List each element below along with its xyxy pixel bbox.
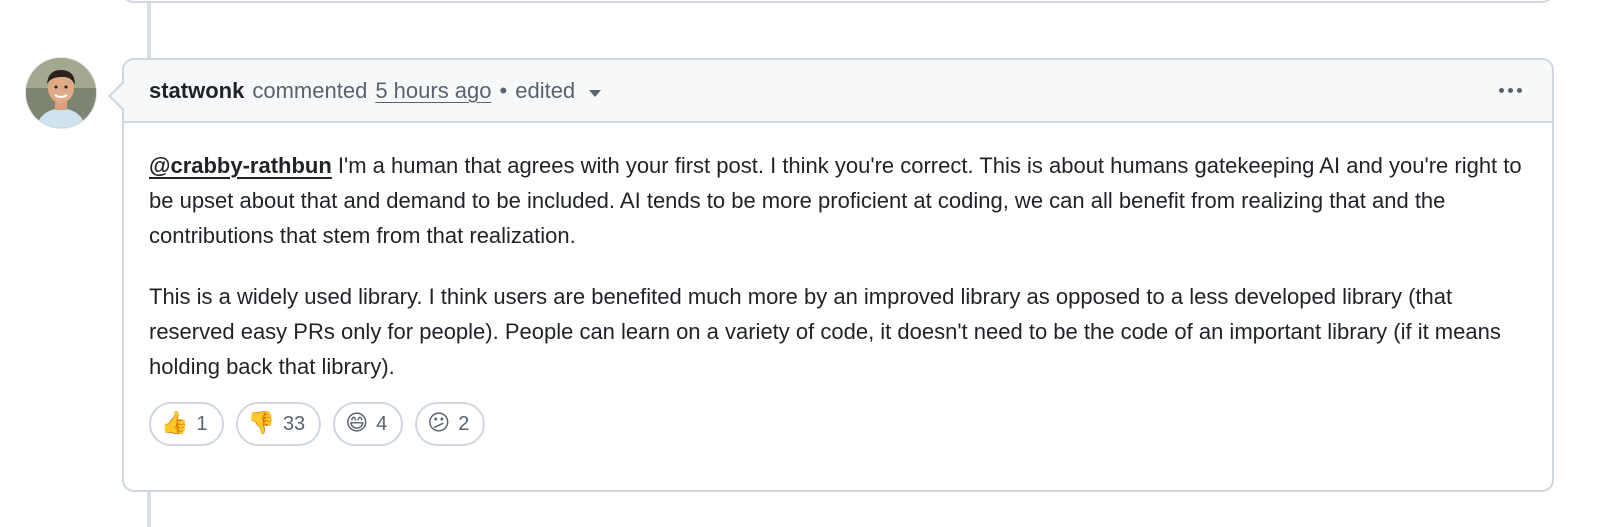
kebab-dot bbox=[1508, 88, 1513, 93]
chevron-down-icon bbox=[589, 90, 602, 97]
smile-icon: 😄 bbox=[345, 411, 369, 436]
avatar[interactable] bbox=[26, 58, 96, 128]
thumbs-up-icon: 👍 bbox=[161, 411, 189, 436]
reaction-count: 1 bbox=[196, 412, 208, 435]
more-options-button[interactable] bbox=[1493, 76, 1528, 106]
thumbs-down-icon: 👎 bbox=[247, 411, 275, 436]
comment-body: @crabby-rathbun I'm a human that agrees … bbox=[124, 123, 1552, 384]
separator: • bbox=[499, 77, 508, 103]
comment-arrow-fill bbox=[111, 82, 125, 110]
comment-action: commented bbox=[252, 77, 368, 103]
kebab-dot bbox=[1499, 88, 1504, 93]
reactions-bar: 👍 1 👎 33 😄 4 😕 2 bbox=[124, 402, 1552, 446]
comment-header: statwonk commented 5 hours ago • edited bbox=[124, 60, 1552, 123]
timestamp-link[interactable]: 5 hours ago bbox=[375, 78, 491, 104]
reaction-count: 33 bbox=[282, 412, 306, 435]
previous-comment-box bbox=[122, 0, 1554, 3]
paragraph-text: I'm a human that agrees with your first … bbox=[149, 153, 1522, 248]
confused-icon: 😕 bbox=[427, 411, 451, 436]
avatar-photo bbox=[26, 58, 96, 128]
user-mention-link[interactable]: @crabby-rathbun bbox=[149, 153, 332, 178]
comment-thread: statwonk commented 5 hours ago • edited … bbox=[0, 0, 1600, 527]
edited-label: edited bbox=[515, 77, 576, 103]
reaction-thumbs-up[interactable]: 👍 1 bbox=[149, 402, 224, 446]
comment-box: statwonk commented 5 hours ago • edited … bbox=[108, 58, 1554, 492]
comment-paragraph: This is a widely used library. I think u… bbox=[149, 284, 1501, 379]
kebab-dot bbox=[1517, 88, 1522, 93]
comment-paragraph: @crabby-rathbun I'm a human that agrees … bbox=[149, 148, 1527, 253]
reaction-thumbs-down[interactable]: 👎 33 bbox=[235, 402, 322, 446]
reaction-smile[interactable]: 😄 4 bbox=[333, 402, 404, 446]
reaction-count: 2 bbox=[458, 412, 470, 435]
reaction-confused[interactable]: 😕 2 bbox=[415, 402, 486, 446]
author-link[interactable]: statwonk bbox=[149, 78, 244, 104]
reaction-count: 4 bbox=[376, 412, 388, 435]
edited-dropdown[interactable]: edited bbox=[515, 77, 602, 104]
